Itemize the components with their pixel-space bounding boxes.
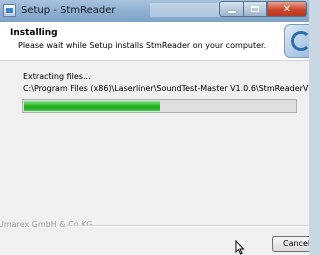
setup-window: Setup - StmReader ✕ Installing Please wa… — [0, 0, 309, 255]
mouse-pointer-icon — [235, 240, 245, 255]
maximize-icon — [251, 6, 259, 12]
title-bar[interactable]: Setup - StmReader ✕ — [0, 0, 309, 22]
footer-divider — [66, 225, 309, 227]
minimize-button[interactable] — [219, 1, 243, 17]
status-message: Extracting files... — [23, 72, 91, 81]
wizard-header: Installing Please wait while Setup insta… — [0, 22, 309, 61]
close-button[interactable]: ✕ — [267, 1, 307, 17]
current-file-path: C:\Program Files (x86)\Laserliner\SoundT… — [23, 84, 309, 93]
progress-fill — [24, 101, 160, 111]
close-icon: ✕ — [282, 3, 292, 15]
cancel-button[interactable]: Cancel — [272, 236, 309, 252]
installer-icon — [3, 4, 16, 17]
window-title: Setup - StmReader — [21, 5, 116, 16]
setup-logo-icon — [284, 24, 309, 58]
minimize-icon — [227, 11, 236, 13]
page-title: Installing — [10, 28, 58, 38]
install-progress-bar — [22, 99, 297, 113]
maximize-button[interactable] — [243, 1, 267, 17]
title-bar-highlight — [150, 3, 222, 17]
page-subtitle: Please wait while Setup installs StmRead… — [18, 41, 267, 50]
window-controls: ✕ — [219, 1, 307, 17]
